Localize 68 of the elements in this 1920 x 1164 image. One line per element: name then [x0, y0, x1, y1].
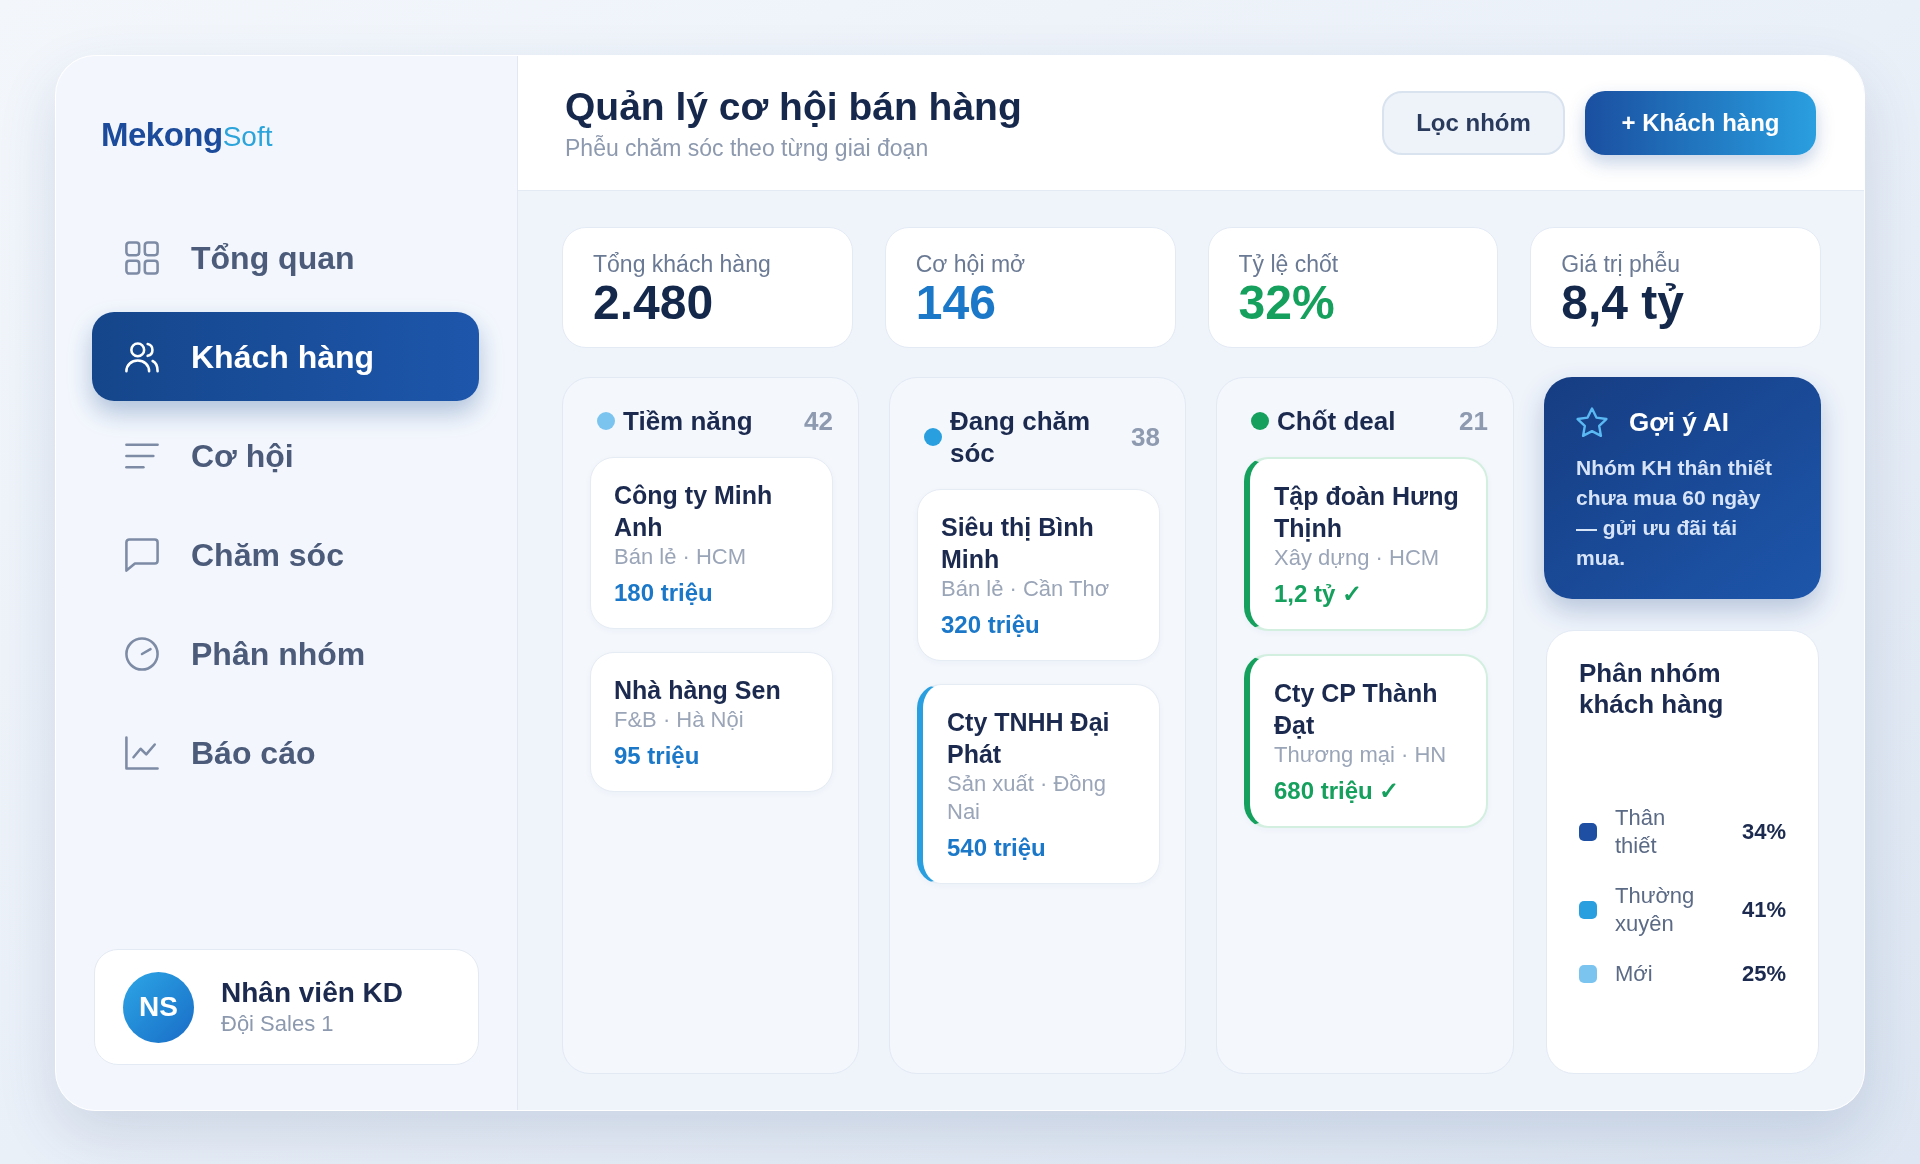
segment-title: Phân nhóm khách hàng [1579, 658, 1725, 720]
legend-label: Thường xuyên [1615, 882, 1696, 938]
deal-name: Công ty Minh Anh [614, 480, 774, 543]
user-name: Nhân viên KD [221, 976, 404, 1010]
legend-share: 34% [1741, 818, 1786, 846]
column-title: Đang chăm sóc [950, 405, 1092, 469]
nav-item[interactable]: Chăm sóc [92, 510, 479, 599]
column-count: 21 [1459, 405, 1488, 437]
deal-name: Cty TNHH Đại Phát [947, 707, 1111, 770]
avatar: NS [123, 971, 194, 1043]
nav-item[interactable]: Cơ hội [92, 411, 479, 500]
deal-value: 95 triệu [614, 741, 701, 771]
stat-value: 146 [915, 278, 997, 328]
deal-value: 680 triệu ✓ [1274, 776, 1401, 806]
deal-value: 540 triệu [947, 833, 1047, 863]
deal-meta: Xây dựng · HCM [1274, 544, 1441, 572]
legend-label: Mới [1615, 960, 1654, 988]
deal-card[interactable]: Công ty Minh Anh Bán lẻ · HCM 180 triệu [590, 457, 833, 629]
line-chart-icon [125, 735, 159, 770]
deal-meta: Bán lẻ · Cần Thơ [941, 575, 1111, 603]
stat-value: 8,4 tỷ [1561, 278, 1685, 328]
chat-bubble-icon [125, 537, 159, 572]
ai-tip-title: Gợi ý AI [1629, 406, 1729, 439]
deal-value: 320 triệu [941, 610, 1041, 640]
column-count: 38 [1131, 421, 1160, 453]
column-count: 42 [804, 405, 833, 437]
stat-value: 32% [1238, 278, 1336, 328]
dashboard-grid-icon [125, 240, 159, 275]
deal-meta: Thương mại · HN [1274, 741, 1448, 769]
deal-value: 180 triệu [614, 578, 714, 608]
legend-share: 41% [1741, 896, 1786, 924]
deal-meta: Sản xuất · Đồng Nai [947, 770, 1107, 826]
deal-card[interactable]: Siêu thị Bình Minh Bán lẻ · Cần Thơ 320 triệu [917, 489, 1160, 661]
deal-value: 1,2 tỷ ✓ [1274, 579, 1364, 609]
ai-tip-text: Nhóm KH thân thiết chưa mua 60 ngày — gửi ưu đãi tái mua. [1576, 455, 1773, 571]
column-title: Chốt deal [1277, 405, 1397, 437]
stat-label: Giá trị phễu [1561, 250, 1682, 278]
deal-meta: Bán lẻ · HCM [614, 543, 748, 571]
logo: MekongSoft [101, 117, 273, 151]
users-icon [125, 339, 159, 374]
deal-card[interactable]: Cty CP Thành Đạt Thương mại · HN 680 triệu ✓ [1244, 654, 1488, 828]
nav-item[interactable]: Báo cáo [92, 708, 479, 797]
gauge-icon [125, 636, 159, 671]
stat-label: Tổng khách hàng [593, 250, 772, 278]
stat-label: Cơ hội mở [915, 250, 1027, 278]
add-customer-button[interactable]: + Khách hàng [1585, 91, 1816, 155]
column-title: Tiềm năng [623, 405, 754, 437]
page-title: Quản lý cơ hội bán hàng [565, 84, 1022, 130]
star-icon [1576, 406, 1608, 438]
deal-name: Tập đoàn Hưng Thịnh [1274, 481, 1460, 544]
deal-card[interactable]: Nhà hàng Sen F&B · Hà Nội 95 triệu [590, 652, 833, 792]
deal-card[interactable]: Tập đoàn Hưng Thịnh Xây dựng · HCM 1,2 tỷ ✓ [1244, 457, 1488, 631]
stat-label: Tỷ lệ chốt [1238, 250, 1340, 278]
filter-button[interactable]: Lọc nhóm [1382, 91, 1565, 155]
user-team: Đội Sales 1 [221, 1010, 335, 1038]
deal-name: Nhà hàng Sen [614, 675, 782, 706]
legend-share: 25% [1741, 960, 1786, 988]
legend-label: Thân thiết [1615, 804, 1667, 860]
nav-item[interactable]: Khách hàng [92, 312, 479, 401]
deal-card[interactable]: Cty TNHH Đại Phát Sản xuất · Đồng Nai 540 triệu [917, 684, 1160, 884]
deal-name: Cty CP Thành Đạt [1274, 678, 1439, 741]
nav-item[interactable]: Phân nhóm [92, 609, 479, 698]
stat-value: 2.480 [593, 278, 715, 328]
user-card[interactable]: NS Nhân viên KD Đội Sales 1 [94, 949, 479, 1065]
deal-name: Siêu thị Bình Minh [941, 512, 1095, 575]
page-subtitle: Phễu chăm sóc theo từng giai đoạn [565, 134, 930, 162]
deal-meta: F&B · Hà Nội [614, 706, 745, 734]
nav-item[interactable]: Tổng quan [92, 213, 479, 302]
